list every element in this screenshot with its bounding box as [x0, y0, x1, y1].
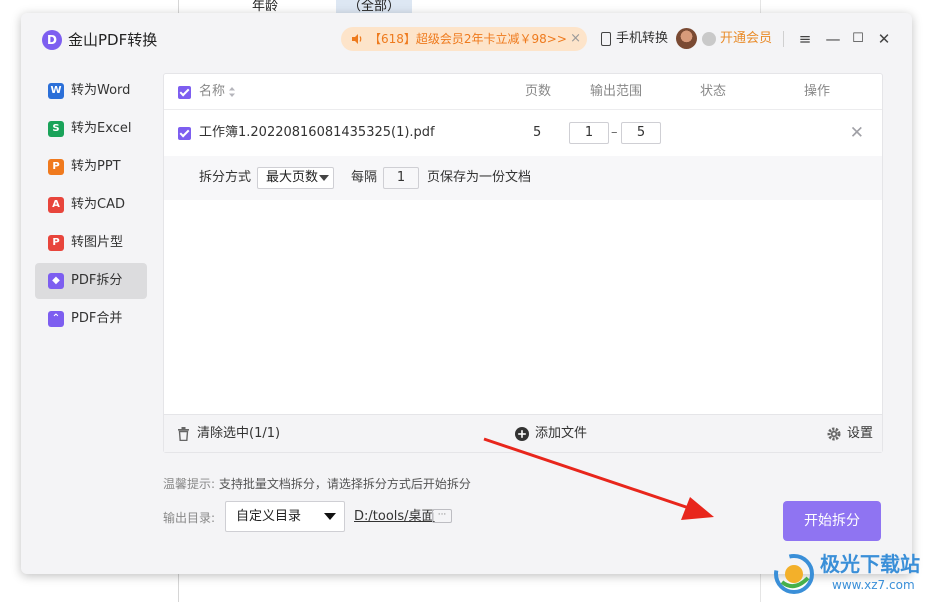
promo-close-icon[interactable]: ×	[570, 27, 581, 51]
sidebar-item-cad[interactable]: A 转为CAD	[35, 187, 147, 223]
header-name[interactable]: 名称	[199, 74, 225, 110]
file-list-panel: 名称 页数 输出范围 状态 操作 工作簿1.20220816081435325(…	[163, 73, 883, 453]
phone-convert-label: 手机转换	[616, 31, 669, 46]
file-name: 工作簿1.20220816081435325(1).pdf	[199, 125, 435, 140]
sidebar-item-label: 转为PPT	[71, 159, 121, 174]
app-logo-icon: D	[42, 30, 62, 50]
split-suffix-label: 页保存为一份文档	[427, 170, 532, 185]
every-label: 每隔	[351, 170, 378, 185]
table-header: 名称 页数 输出范围 状态 操作	[164, 74, 882, 110]
cad-icon: A	[48, 197, 64, 213]
output-dir-value: 自定义目录	[236, 509, 302, 524]
sidebar-item-label: 转为Excel	[71, 121, 132, 136]
speaker-icon	[352, 34, 362, 44]
sidebar-item-label: 转为CAD	[71, 197, 125, 212]
tip-label: 温馨提示:	[163, 477, 216, 491]
sidebar-item-ppt[interactable]: P 转为PPT	[35, 149, 147, 185]
split-method-value: 最大页数	[266, 170, 319, 185]
header-range: 输出范围	[590, 84, 643, 99]
output-dir-select[interactable]: 自定义目录	[225, 501, 345, 532]
split-icon: ◆	[48, 273, 64, 289]
output-path-link[interactable]: D:/tools/桌面	[354, 508, 435, 526]
header-status: 状态	[700, 84, 727, 99]
sheet-cell-age: 年龄	[252, 0, 332, 13]
select-all-checkbox[interactable]	[178, 86, 191, 99]
sidebar-item-label: 转为Word	[71, 83, 131, 98]
merge-icon: ⌃	[48, 311, 64, 327]
range-from-input[interactable]: 1	[569, 122, 609, 144]
split-method-select[interactable]: 最大页数	[257, 167, 334, 189]
image-pdf-icon: P	[48, 235, 64, 251]
start-split-button[interactable]: 开始拆分	[783, 501, 881, 541]
close-icon[interactable]: ✕	[874, 29, 894, 49]
menu-icon[interactable]: ≡	[795, 29, 815, 49]
avatar[interactable]	[676, 28, 697, 49]
watermark-url: www.xz7.com	[832, 578, 915, 592]
chevron-down-icon	[319, 175, 329, 181]
file-checkbox[interactable]	[178, 127, 191, 140]
range-to-input[interactable]: 5	[621, 122, 661, 144]
watermark-logo: 极光下载站 www.xz7.com	[770, 550, 930, 598]
gear-icon	[827, 427, 841, 441]
open-vip-label: 开通会员	[720, 31, 773, 46]
add-icon	[515, 427, 529, 441]
word-icon: W	[48, 83, 64, 99]
watermark-swirl-icon	[774, 554, 814, 594]
header-pages: 页数	[525, 84, 552, 99]
watermark-title: 极光下载站	[820, 552, 920, 576]
promo-banner[interactable]: 【618】超级会员2年卡立减￥98>> ×	[341, 27, 587, 51]
minimize-icon[interactable]: —	[823, 29, 843, 49]
every-pages-input[interactable]: 1	[383, 167, 419, 189]
maximize-icon[interactable]: ☐	[848, 29, 868, 49]
trash-icon	[178, 427, 189, 441]
remove-file-icon[interactable]: ✕	[850, 110, 864, 156]
add-file-label: 添加文件	[535, 426, 588, 441]
sidebar-item-excel[interactable]: S 转为Excel	[35, 111, 147, 147]
promo-text: 【618】超级会员2年卡立减￥98>>	[369, 32, 567, 46]
pdf-converter-window: D 金山PDF转换 【618】超级会员2年卡立减￥98>> × 手机转换 开通会…	[21, 13, 912, 574]
vip-icon	[702, 32, 716, 46]
sidebar-item-image-pdf[interactable]: P 转图片型PDF	[35, 225, 147, 286]
header-action: 操作	[804, 84, 831, 99]
sidebar: W 转为Word S 转为Excel P 转为PPT A 转为CAD P 转图片…	[35, 73, 147, 339]
settings-label: 设置	[847, 426, 874, 441]
split-method-label: 拆分方式	[199, 170, 252, 185]
output-dir-label: 输出目录:	[163, 511, 216, 525]
app-title: 金山PDF转换	[68, 31, 158, 49]
split-options-row: 拆分方式 最大页数 每隔 1 页保存为一份文档	[164, 156, 882, 200]
tip-text: 温馨提示: 支持批量文档拆分，请选择拆分方式后开始拆分	[163, 476, 471, 492]
sidebar-item-pdf-split[interactable]: ◆ PDF拆分	[35, 263, 147, 299]
excel-icon: S	[48, 121, 64, 137]
file-pages: 5	[533, 125, 542, 140]
chevron-down-icon	[324, 513, 336, 520]
sheet-cell-all: （全部）	[336, 0, 412, 13]
title-divider	[783, 31, 784, 47]
browse-more-button[interactable]: ···	[432, 509, 452, 523]
title-bar: D 金山PDF转换 【618】超级会员2年卡立减￥98>> × 手机转换 开通会…	[21, 13, 912, 65]
tip-message: 支持批量文档拆分，请选择拆分方式后开始拆分	[215, 477, 471, 491]
clear-selected-label: 清除选中(1/1)	[197, 426, 281, 441]
open-vip-button[interactable]: 开通会员	[702, 30, 772, 48]
sidebar-item-label: PDF合并	[71, 311, 123, 326]
sidebar-item-label: PDF拆分	[71, 273, 123, 288]
phone-convert-button[interactable]: 手机转换	[601, 30, 668, 48]
sidebar-item-word[interactable]: W 转为Word	[35, 73, 147, 109]
sort-icon[interactable]	[228, 86, 236, 98]
range-dash: –	[611, 125, 618, 140]
table-row: 工作簿1.20220816081435325(1).pdf 5 1 – 5 ✕	[164, 110, 882, 156]
sidebar-item-pdf-merge[interactable]: ⌃ PDF合并	[35, 301, 147, 337]
ppt-icon: P	[48, 159, 64, 175]
phone-icon	[601, 32, 611, 46]
panel-footer: 清除选中(1/1) 添加文件 设置	[164, 414, 882, 452]
